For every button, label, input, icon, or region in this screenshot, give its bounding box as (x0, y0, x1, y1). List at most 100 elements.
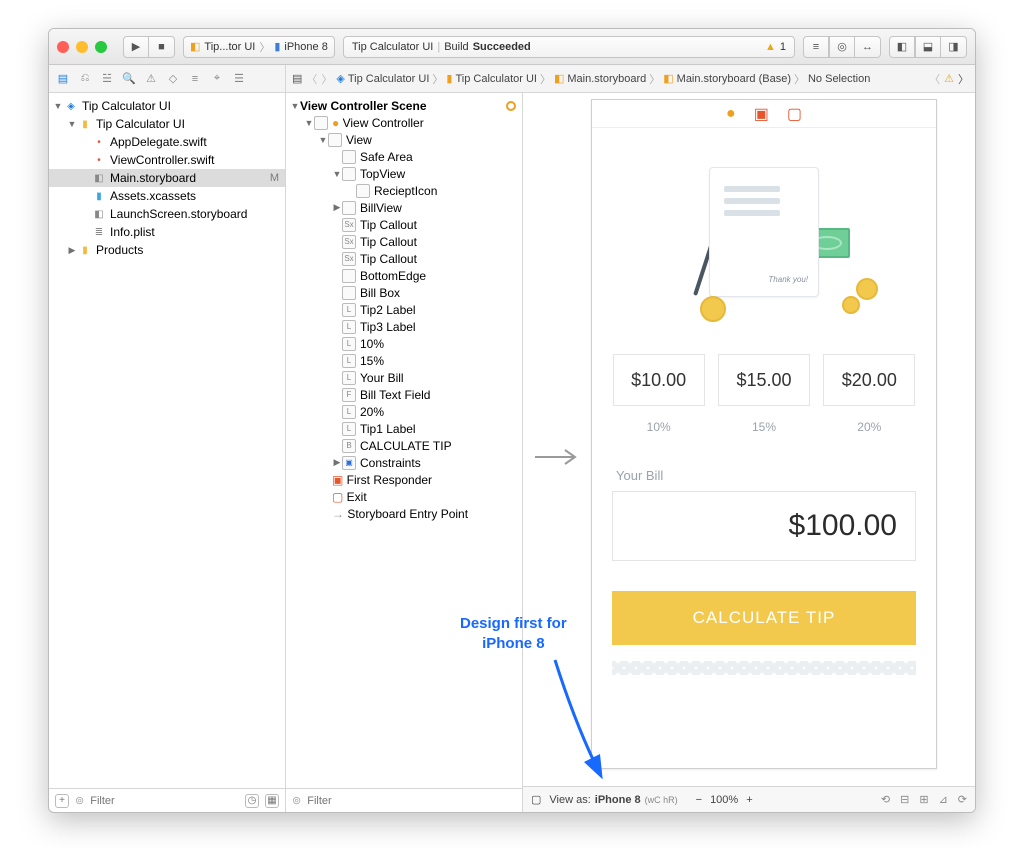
navigator-row[interactable]: ▶▮Products (49, 241, 285, 259)
stop-button[interactable]: ■ (149, 36, 175, 58)
navigator-row[interactable]: ◧LaunchScreen.storyboard (49, 205, 285, 223)
project-navigator: ▼◈Tip Calculator UI▼▮Tip Calculator UI•A… (49, 93, 286, 812)
zoom-out-button[interactable]: − (696, 794, 702, 806)
project-navigator-tab[interactable]: ▤ (55, 71, 71, 87)
navigator-footer: + ⊚ ◷ ▦ (49, 788, 285, 812)
nav-forward-button[interactable]: 〉 (321, 71, 332, 87)
outline-row[interactable]: ▶BillView (286, 199, 522, 216)
pin-button[interactable]: ⊞ (919, 793, 928, 806)
nav-back-button[interactable]: 〈 (306, 71, 317, 87)
toggle-navigator-button[interactable]: ◧ (889, 36, 915, 58)
outline-row[interactable]: ▼● View Controller (286, 114, 522, 131)
outline-row[interactable]: ▼View (286, 131, 522, 148)
debug-navigator-tab[interactable]: ≡ (187, 71, 203, 87)
zoom-in-button[interactable]: + (746, 794, 752, 806)
outline-scene-header[interactable]: ▼View Controller Scene (286, 97, 522, 114)
outline-row[interactable]: L10% (286, 335, 522, 352)
navigator-row[interactable]: •AppDelegate.swift (49, 133, 285, 151)
close-window-button[interactable] (57, 41, 69, 53)
add-button[interactable]: + (55, 794, 69, 808)
bill-text-field[interactable]: $100.00 (612, 491, 916, 561)
toggle-inspector-button[interactable]: ◨ (941, 36, 967, 58)
outline-footer: ⊚ (286, 788, 522, 812)
xcode-window: ▶ ■ ◧ Tip...tor UI 〉 ▮ iPhone 8 Tip Calc… (48, 28, 976, 813)
scm-filter-button[interactable]: ▦ (265, 794, 279, 808)
run-button[interactable]: ▶ (123, 36, 149, 58)
tip-callout[interactable]: $15.0015% (718, 354, 810, 434)
outline-row[interactable]: L20% (286, 403, 522, 420)
align-button[interactable]: ⊟ (900, 793, 909, 806)
navigator-row[interactable]: ≣Info.plist (49, 223, 285, 241)
jump-forward-button[interactable]: 〉 (958, 71, 969, 87)
sb-icon: ◧ (91, 170, 107, 186)
outline-row[interactable]: FBill Text Field (286, 386, 522, 403)
view-as-control[interactable]: View as: iPhone 8 (wC hR) (549, 794, 677, 806)
plist-icon: ≣ (91, 224, 107, 240)
tip-row: $10.0010%$15.0015%$20.0020% (592, 354, 936, 434)
navigator-row[interactable]: ▼◈Tip Calculator UI (49, 97, 285, 115)
minimize-window-button[interactable] (76, 41, 88, 53)
outline-row[interactable]: L15% (286, 352, 522, 369)
navigator-row[interactable]: •ViewController.swift (49, 151, 285, 169)
resolve-issues-button[interactable]: ⊿ (939, 793, 948, 806)
outline-row[interactable]: BCALCULATE TIP (286, 437, 522, 454)
outline-row[interactable]: → Storyboard Entry Point (286, 505, 522, 522)
device-frame[interactable]: ● ▣ ▢ Thank you! $10.0010%$15.0015%$20.0… (591, 99, 937, 769)
outline-row[interactable]: ▼TopView (286, 165, 522, 182)
report-navigator-tab[interactable]: ☰ (231, 71, 247, 87)
version-editor-button[interactable]: ↔ (855, 36, 881, 58)
view-controller-icon[interactable]: ● (726, 105, 736, 123)
zoom-window-button[interactable] (95, 41, 107, 53)
outline-row[interactable]: RecieptIcon (286, 182, 522, 199)
outline-toggle-button[interactable]: ▤ (292, 72, 302, 85)
canvas-footer: ▢ View as: iPhone 8 (wC hR) − 100% + ⟲ ⊟… (523, 786, 975, 812)
navigator-row[interactable]: ▮Assets.xcassets (49, 187, 285, 205)
document-outline: ▼View Controller Scene▼● View Controller… (286, 93, 523, 812)
warning-icon[interactable]: ▲ (765, 41, 776, 53)
jump-back-button[interactable]: 〈 (929, 71, 940, 87)
outline-row[interactable]: BottomEdge (286, 267, 522, 284)
standard-editor-button[interactable]: ≡ (803, 36, 829, 58)
navigator-row[interactable]: ▼▮Tip Calculator UI (49, 115, 285, 133)
interface-builder-canvas[interactable]: ● ▣ ▢ Thank you! $10.0010%$15.0015%$20.0… (523, 93, 975, 812)
outline-row[interactable]: SxTip Callout (286, 216, 522, 233)
issues-indicator-icon[interactable]: ⚠ (944, 72, 954, 85)
assistant-editor-button[interactable]: ◎ (829, 36, 855, 58)
update-frames-button[interactable]: ⟳ (958, 793, 967, 806)
breakpoint-navigator-tab[interactable]: ⌖ (209, 71, 225, 87)
scheme-selector[interactable]: ◧ Tip...tor UI 〉 ▮ iPhone 8 (183, 36, 335, 58)
outline-row[interactable]: Safe Area (286, 148, 522, 165)
navigator-row[interactable]: ◧Main.storyboardM (49, 169, 285, 187)
outline-row[interactable]: LTip1 Label (286, 420, 522, 437)
issue-navigator-tab[interactable]: ⚠ (143, 71, 159, 87)
source-control-navigator-tab[interactable]: ⎌ (77, 71, 93, 87)
test-navigator-tab[interactable]: ◇ (165, 71, 181, 87)
tip-callout[interactable]: $10.0010% (613, 354, 705, 434)
outline-row[interactable]: LYour Bill (286, 369, 522, 386)
device-config-icon[interactable]: ▢ (531, 793, 541, 806)
outline-row[interactable]: ▶▣Constraints (286, 454, 522, 471)
recent-filter-button[interactable]: ◷ (245, 794, 259, 808)
outline-row[interactable]: LTip3 Label (286, 318, 522, 335)
outline-filter-input[interactable] (307, 795, 516, 807)
window-controls (57, 41, 107, 53)
tip-percent: 10% (613, 420, 705, 434)
tip-callout[interactable]: $20.0020% (823, 354, 915, 434)
symbol-navigator-tab[interactable]: ☱ (99, 71, 115, 87)
toggle-debug-button[interactable]: ⬓ (915, 36, 941, 58)
outline-row[interactable]: Bill Box (286, 284, 522, 301)
embed-in-button[interactable]: ⟲ (881, 793, 890, 806)
outline-row[interactable]: SxTip Callout (286, 233, 522, 250)
tab-bar: ▤ ⎌ ☱ 🔍 ⚠ ◇ ≡ ⌖ ☰ ▤ 〈 〉 ◈Tip Calculator … (49, 65, 975, 93)
navigator-filter-input[interactable] (90, 795, 239, 807)
outline-row[interactable]: LTip2 Label (286, 301, 522, 318)
exit-icon[interactable]: ▢ (787, 104, 802, 124)
outline-row[interactable]: ▣ First Responder (286, 471, 522, 488)
outline-row[interactable]: SxTip Callout (286, 250, 522, 267)
breadcrumb[interactable]: ◈Tip Calculator UI〉 ▮Tip Calculator UI〉 … (336, 71, 870, 87)
first-responder-icon[interactable]: ▣ (754, 104, 769, 124)
filter-icon: ⊚ (75, 794, 84, 807)
find-navigator-tab[interactable]: 🔍 (121, 71, 137, 87)
calculate-tip-button[interactable]: CALCULATE TIP (612, 591, 916, 645)
outline-row[interactable]: ▢ Exit (286, 488, 522, 505)
